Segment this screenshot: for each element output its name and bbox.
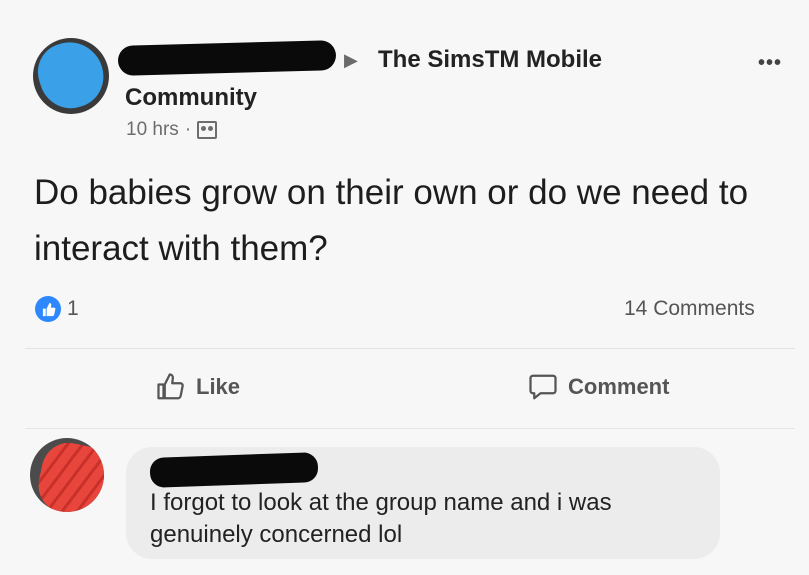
meta-separator: · (184, 119, 192, 140)
post-meta: 10 hrs · (126, 119, 218, 141)
comment-text: I forgot to look at the group name and i… (150, 489, 612, 548)
post-timestamp[interactable]: 10 hrs (126, 119, 179, 141)
like-button[interactable]: Like (156, 372, 240, 402)
like-button-label: Like (196, 374, 241, 399)
comment-button-label: Comment (568, 374, 670, 399)
like-count[interactable]: 1 (67, 297, 79, 321)
post-text: Do babies grow on their own or do we nee… (34, 173, 749, 268)
divider (25, 428, 795, 429)
thumbs-up-outline-icon (157, 373, 184, 400)
divider (25, 348, 795, 349)
redacted-poster-name (117, 40, 337, 76)
thumbs-up-icon (42, 302, 55, 316)
group-audience-icon (197, 121, 218, 139)
speech-bubble-icon (529, 374, 557, 400)
redacted-commenter-name (149, 452, 319, 488)
group-name-continuation[interactable]: Community (125, 84, 257, 112)
comment-button[interactable]: Comment (528, 372, 669, 402)
more-options-icon[interactable]: ••• (758, 52, 782, 75)
share-arrow-icon: ▶ (344, 50, 358, 70)
avatar-scribble (33, 438, 104, 512)
commenter-avatar[interactable] (30, 438, 104, 512)
like-reaction-icon[interactable] (35, 296, 61, 322)
group-name-link[interactable]: The SimsTM Mobile (378, 46, 602, 74)
comments-count-link[interactable]: 14 Comments (624, 297, 755, 321)
avatar-scribble (33, 38, 109, 114)
poster-avatar[interactable] (33, 38, 109, 114)
